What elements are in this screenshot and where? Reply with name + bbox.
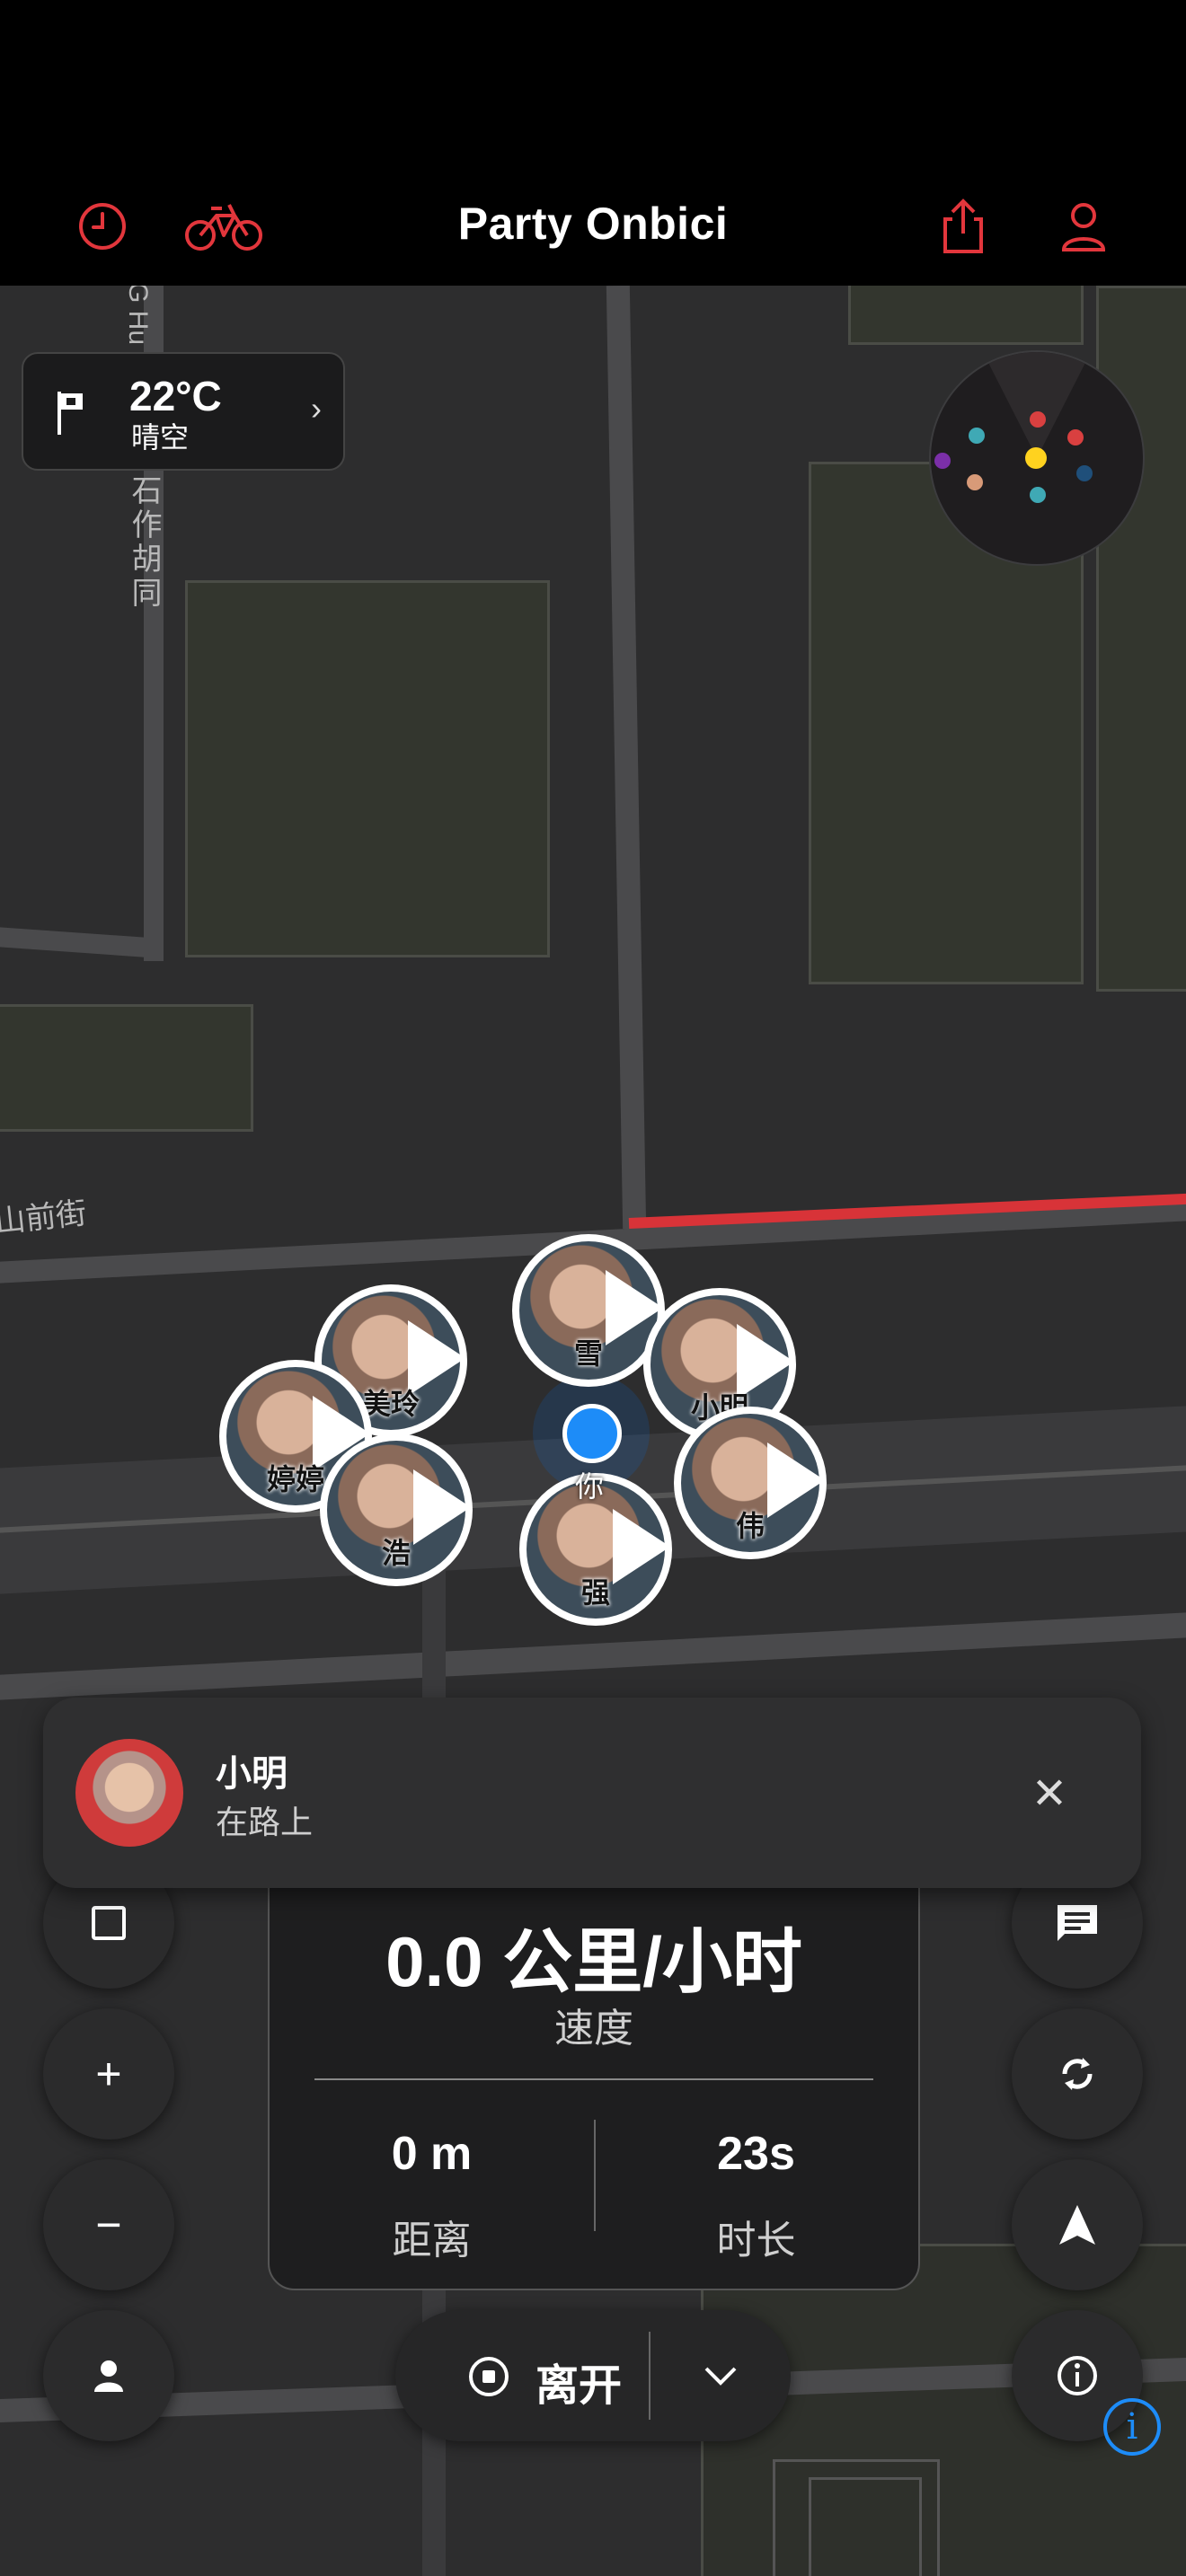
map-block [185,580,550,957]
leave-button[interactable]: 离开 [395,2310,649,2441]
distance-label: 距离 [392,2219,472,2263]
radar-dot [1030,487,1046,503]
street-label-hu: G Hu [123,286,153,346]
location-dot [562,1404,622,1463]
avatar [75,1739,183,1847]
map-block [848,286,1084,345]
rider-marker-wei[interactable]: 伟 [674,1407,827,1559]
flag-icon [56,390,88,441]
plus-icon: + [95,2049,122,2099]
radar-dot [1067,429,1084,446]
radar-dot [1076,465,1093,481]
weather-temp: 22°C [129,373,222,419]
zoom-in-button[interactable]: + [43,2008,174,2139]
duration-stat: 23s 时长 [594,2127,918,2265]
ride-stats-panel: 0.0 公里/小时 速度 0 m 距离 23s 时长 [268,1886,920,2290]
rider-radar[interactable] [929,350,1145,566]
rider-name: 雪 [573,1337,603,1370]
distance-stat: 0 m 距离 [270,2127,594,2265]
navigation-arrow-icon [1059,2205,1095,2245]
chat-icon [1058,1905,1097,1941]
map-block [0,1004,253,1132]
radar-dot [969,428,985,444]
weather-condition: 晴空 [131,421,190,454]
rider-notification[interactable]: 小明 在路上 ✕ [43,1698,1141,1888]
close-icon[interactable]: ✕ [1022,1768,1076,1822]
notification-name: 小明 [216,1754,288,1794]
radar-dot [1025,447,1047,469]
radar-dot [967,474,983,490]
app-title: Party Onbici [457,198,729,249]
rider-name: 浩 [381,1537,411,1569]
rider-marker-hao[interactable]: 浩 [320,1434,473,1586]
navigate-button[interactable] [1012,2159,1143,2290]
chevron-right-icon: › [311,390,322,427]
duration-value: 23s [717,2128,795,2180]
center-user-button[interactable] [43,2310,174,2441]
street-label-shiqian: 山前街 [0,1195,89,1240]
share-icon[interactable] [927,190,999,262]
radar-dot [1030,411,1046,428]
rider-marker-xue[interactable]: 雪 [512,1234,665,1387]
refresh-icon [1062,2058,1093,2090]
road [606,286,647,1230]
distance-value: 0 m [391,2128,473,2180]
duration-label: 时长 [716,2219,796,2263]
speed-value: 0.0 公里/小时 [385,1922,802,2001]
map-info-icon[interactable]: i [1103,2398,1161,2456]
refresh-button[interactable] [1012,2008,1143,2139]
minus-icon: − [95,2200,122,2250]
square-icon [92,1906,126,1940]
leave-label: 离开 [535,2362,623,2410]
street-label-shizuo: 石作胡同 [127,474,161,611]
zoom-out-button[interactable]: − [43,2159,174,2290]
divider [314,2078,873,2080]
road [0,926,163,958]
profile-icon[interactable] [1048,190,1120,262]
person-icon [94,2360,123,2392]
my-location-label: 你 [575,1470,605,1503]
leave-options-button[interactable] [651,2310,791,2441]
notification-status: 在路上 [216,1804,314,1840]
weather-card[interactable]: 22°C 晴空 › [22,352,345,471]
building-outline [809,2477,922,2576]
info-icon [1058,2356,1097,2395]
rider-name: 强 [580,1576,610,1609]
radar-dot [934,453,951,469]
chevron-down-icon [704,2367,737,2386]
stop-circle-icon [469,2357,509,2396]
leave-control: 离开 [395,2310,791,2441]
speed-label: 速度 [554,2007,633,2051]
top-bar: Party Onbici [0,0,1186,286]
rider-name: 伟 [735,1510,765,1542]
